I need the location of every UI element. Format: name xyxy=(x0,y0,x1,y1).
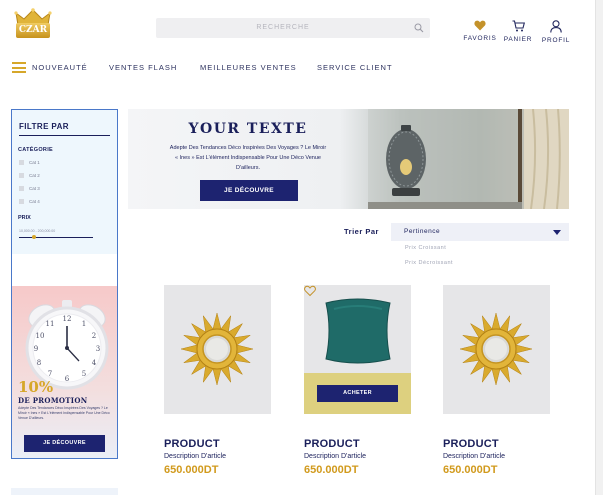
favoris-button[interactable]: FAVORIS xyxy=(460,20,500,48)
cart-icon xyxy=(512,20,525,32)
svg-text:11: 11 xyxy=(46,320,55,328)
search-input[interactable]: RECHERCHE xyxy=(156,18,410,38)
logo-text: CZAR xyxy=(16,23,50,38)
page: CZAR RECHERCHE FAVORIS PANIER PROFIL NOU… xyxy=(0,0,603,495)
promo-discover-button[interactable]: JE DÉCOUVRE xyxy=(24,435,105,452)
category-checkbox[interactable] xyxy=(19,186,24,191)
nav-item-ventes-flash[interactable]: VENTES FLASH xyxy=(109,63,177,72)
sun-mirror-image xyxy=(180,312,254,386)
svg-text:7: 7 xyxy=(48,370,52,378)
nav-item-meilleures-ventes[interactable]: MEILLEURES VENTES xyxy=(200,63,297,72)
hero-title: YOUR TEXTE xyxy=(188,121,308,137)
product-card[interactable]: PRODUCT Description D'article 650.000DT xyxy=(164,285,271,485)
product-card[interactable]: ACHETER PRODUCT Description D'article 65… xyxy=(304,285,411,485)
sun-mirror-image xyxy=(459,312,533,386)
svg-text:12: 12 xyxy=(63,315,72,323)
panier-label: PANIER xyxy=(503,36,533,43)
promo-percent: 10% xyxy=(18,378,54,396)
sidebar-next-panel xyxy=(11,488,118,495)
product-name[interactable]: PRODUCT xyxy=(443,438,499,450)
svg-text:9: 9 xyxy=(34,345,38,353)
svg-text:8: 8 xyxy=(37,359,41,367)
category-checkbox[interactable] xyxy=(19,160,24,165)
promo-banner: 12 1 2 3 45 6 78 9 10 11 10% DE PROMOTION Adep… xyxy=(12,286,117,458)
category-checkbox[interactable] xyxy=(19,199,24,204)
category-heading: CATÉGORIE xyxy=(18,147,53,153)
lamp-illustration xyxy=(368,109,569,209)
promo-title: DE PROMOTION xyxy=(18,396,88,405)
filter-title: FILTRE PAR xyxy=(19,122,69,131)
profil-button[interactable]: PROFIL xyxy=(536,20,576,48)
product-image[interactable]: ACHETER xyxy=(304,285,411,414)
sort-dropdown[interactable]: Pertinence xyxy=(391,223,569,241)
heart-icon xyxy=(474,20,486,31)
filter-panel: FILTRE PAR CATÉGORIE Cat 1 Cat 2 Cat 3 C… xyxy=(12,110,117,254)
hero-text: Adepte Des Tendances Déco Inspirées Des … xyxy=(169,145,327,171)
svg-text:4: 4 xyxy=(92,359,97,367)
scrollbar[interactable] xyxy=(595,0,603,495)
acheter-button[interactable]: ACHETER xyxy=(317,385,398,402)
category-label: Cat 1 xyxy=(29,160,40,165)
price-slider[interactable] xyxy=(19,235,93,239)
sort-option-prix-croissant[interactable]: Prix Croissant xyxy=(405,245,446,251)
svg-text:1: 1 xyxy=(82,320,86,328)
buy-overlay: ACHETER xyxy=(304,373,411,414)
svg-text:2: 2 xyxy=(92,332,96,340)
wishlist-heart-icon[interactable] xyxy=(304,285,316,297)
product-card[interactable]: PRODUCT Description D'article 650.000DT xyxy=(443,285,550,485)
promo-text: Adepte Des Tendances Déco Inspirées Des … xyxy=(18,406,110,420)
product-name[interactable]: PRODUCT xyxy=(164,438,220,450)
menu-icon[interactable] xyxy=(12,62,26,73)
user-icon xyxy=(550,20,562,33)
product-price: 650.000DT xyxy=(443,464,498,476)
favoris-label: FAVORIS xyxy=(463,35,497,42)
filter-divider xyxy=(19,135,110,136)
nav-item-service-client[interactable]: SERVICE CLIENT xyxy=(317,63,393,72)
product-description: Description D'article xyxy=(304,453,367,460)
svg-text:6: 6 xyxy=(65,375,70,383)
svg-text:3: 3 xyxy=(96,345,100,353)
category-label: Cat 2 xyxy=(29,173,40,178)
brand-logo[interactable]: CZAR xyxy=(12,8,54,40)
svg-text:10: 10 xyxy=(36,332,45,340)
price-slider-min-handle[interactable] xyxy=(32,235,36,239)
hero-banner: YOUR TEXTE Adepte Des Tendances Déco Ins… xyxy=(128,109,569,209)
price-range-text: 10,000.00 - 200,000.00 xyxy=(19,229,56,233)
search-icon[interactable] xyxy=(414,23,424,33)
sort-selected-value: Pertinence xyxy=(404,228,441,235)
product-description: Description D'article xyxy=(443,453,506,460)
category-label: Cat 3 xyxy=(29,186,40,191)
product-image[interactable] xyxy=(164,285,271,414)
product-image[interactable] xyxy=(443,285,550,414)
category-checkbox[interactable] xyxy=(19,173,24,178)
filter-sidebar: FILTRE PAR CATÉGORIE Cat 1 Cat 2 Cat 3 C… xyxy=(11,109,118,459)
caret-down-icon[interactable] xyxy=(553,230,561,235)
panier-button[interactable]: PANIER xyxy=(498,20,538,48)
nav-item-nouveaute[interactable]: NOUVEAUTÉ xyxy=(32,63,88,72)
hero-discover-button[interactable]: JE DÉCOUVRE xyxy=(200,180,298,201)
product-name[interactable]: PRODUCT xyxy=(304,438,360,450)
sort-label: Trier Par xyxy=(344,227,379,236)
product-price: 650.000DT xyxy=(164,464,219,476)
price-heading: PRIX xyxy=(18,215,31,221)
product-description: Description D'article xyxy=(164,453,227,460)
svg-text:5: 5 xyxy=(82,370,86,378)
profil-label: PROFIL xyxy=(541,37,571,44)
sort-option-prix-decroissant[interactable]: Prix Décroissant xyxy=(405,260,453,266)
category-label: Cat 4 xyxy=(29,199,40,204)
search-bar[interactable]: RECHERCHE xyxy=(156,18,430,38)
product-price: 650.000DT xyxy=(304,464,359,476)
